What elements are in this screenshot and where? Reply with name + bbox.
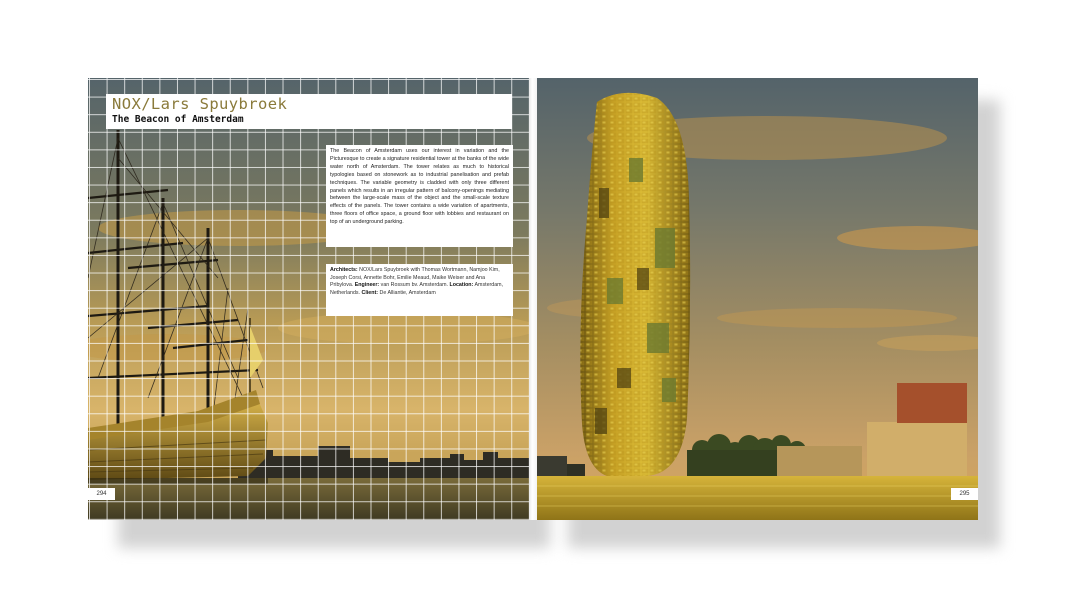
credits-text: Architects: NOX/Lars Spuybroek with Thom… <box>330 267 509 298</box>
client-value: De Alliantie, Amsterdam <box>379 290 436 297</box>
engineer-label: Engineer: <box>354 282 380 289</box>
engineer-value: van Rossum bv. Amsterdam. <box>380 282 448 289</box>
project-title: The Beacon of Amsterdam <box>112 114 244 125</box>
book-spine <box>529 78 537 520</box>
author-name: NOX/Lars Spuybroek <box>112 95 288 113</box>
tower-rendering <box>537 78 978 520</box>
credits-box: Architects: NOX/Lars Spuybroek with Thom… <box>326 264 513 316</box>
architects-label: Architects: <box>330 267 358 273</box>
left-page: NOX/Lars Spuybroek The Beacon of Amsterd… <box>88 78 529 520</box>
location-label: Location: <box>449 282 474 289</box>
description-text: The Beacon of Amsterdam uses our interes… <box>330 148 509 226</box>
page-number-left: 294 <box>88 488 115 500</box>
page-number-right: 295 <box>951 488 978 500</box>
right-page: 295 <box>537 78 978 520</box>
description-box: The Beacon of Amsterdam uses our interes… <box>326 145 513 247</box>
title-box: NOX/Lars Spuybroek The Beacon of Amsterd… <box>106 94 512 129</box>
client-label: Client: <box>361 290 379 297</box>
